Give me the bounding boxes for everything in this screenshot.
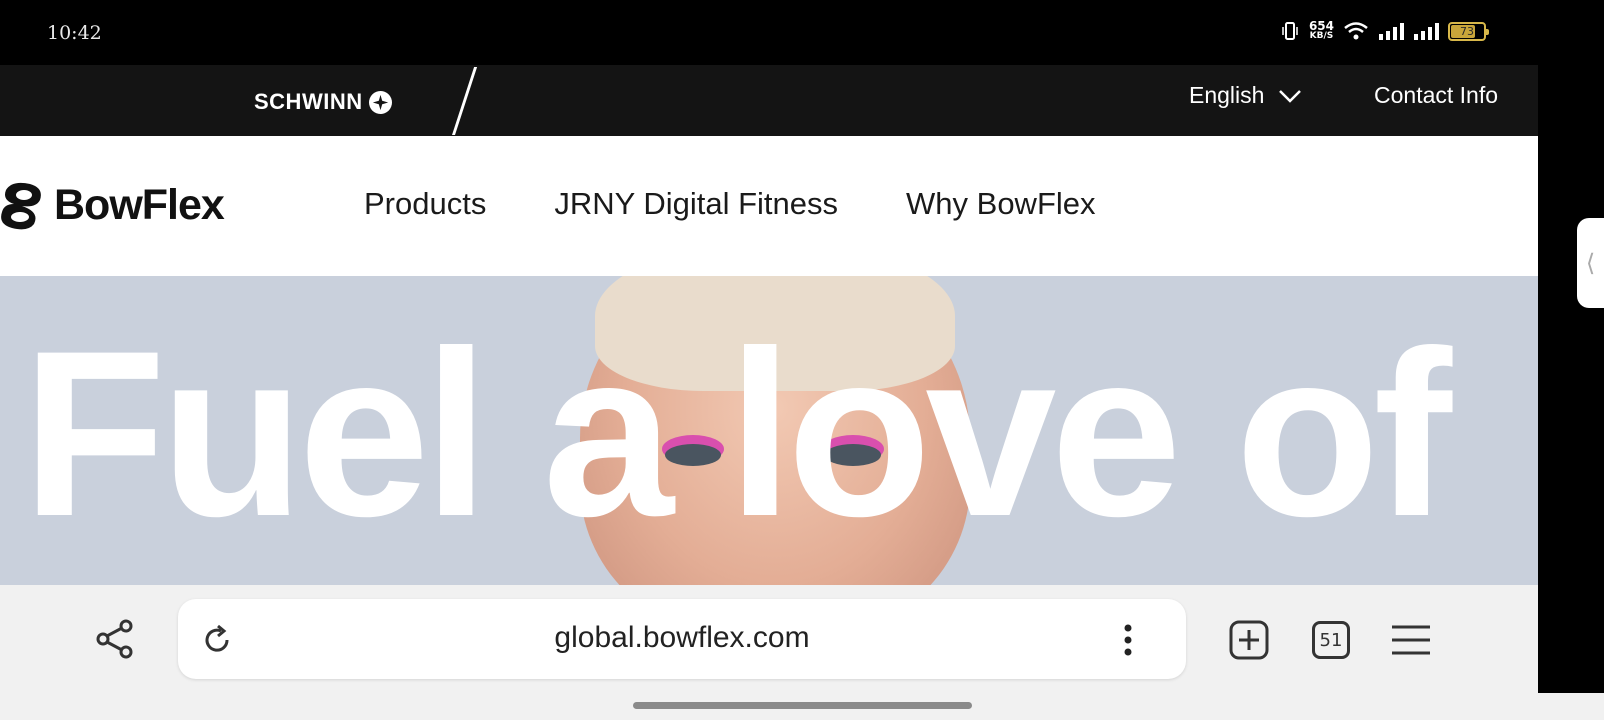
plus-square-icon <box>1229 620 1269 660</box>
signal-icon-2 <box>1414 23 1439 40</box>
browser-toolbar: global.bowflex.com 51 <box>0 585 1538 693</box>
new-tab-button[interactable] <box>1228 619 1270 661</box>
nav-item-jrny[interactable]: JRNY Digital Fitness <box>554 186 838 222</box>
bowflex-mark-icon <box>1 182 41 229</box>
schwinn-star-icon <box>368 90 392 114</box>
signal-icon <box>1379 23 1404 40</box>
divider-slash <box>452 67 478 135</box>
tab-count-icon: 51 <box>1312 621 1350 659</box>
page-menu-button[interactable] <box>1118 621 1138 659</box>
more-vertical-icon <box>1124 624 1132 656</box>
schwinn-topbar: SCHWINN English Contact Info <box>0 65 1538 136</box>
share-button[interactable] <box>95 619 135 659</box>
bowflex-logo[interactable]: BowFlex <box>0 181 225 230</box>
status-icons: 654 KB/S 73 <box>1280 19 1489 41</box>
language-selector[interactable]: English <box>1189 82 1302 109</box>
browser-menu-button[interactable] <box>1390 619 1432 661</box>
battery-icon: 73 <box>1448 21 1489 41</box>
nav-item-why-bowflex[interactable]: Why BowFlex <box>906 186 1095 222</box>
status-bar: 10:42 654 KB/S 73 <box>0 0 1604 65</box>
side-panel-handle[interactable]: ⟨ <box>1577 218 1604 308</box>
schwinn-logo[interactable]: SCHWINN <box>254 89 392 115</box>
chevron-down-icon <box>1279 89 1302 103</box>
hero-banner: Fuel a love of <box>0 276 1538 585</box>
nav-menu: Products JRNY Digital Fitness Why BowFle… <box>364 186 1096 222</box>
nav-item-products[interactable]: Products <box>364 186 486 222</box>
home-indicator[interactable] <box>633 702 972 709</box>
wifi-icon <box>1344 22 1368 40</box>
web-viewport: SCHWINN English Contact Info Products JR… <box>0 65 1538 585</box>
url-text[interactable]: global.bowflex.com <box>178 621 1186 655</box>
address-bar[interactable]: global.bowflex.com <box>178 599 1186 679</box>
hero-headline: Fuel a love of <box>22 302 1452 566</box>
language-label: English <box>1189 82 1265 108</box>
screen-edge <box>1538 65 1604 693</box>
status-time: 10:42 <box>47 22 102 44</box>
share-icon <box>96 619 133 659</box>
network-speed: 654 KB/S <box>1308 19 1334 41</box>
tabs-button[interactable]: 51 <box>1310 619 1352 661</box>
hamburger-menu-icon <box>1392 625 1430 655</box>
main-navbar: Products JRNY Digital Fitness Why BowFle… <box>0 136 1538 276</box>
vibrate-icon <box>1282 22 1298 40</box>
contact-info-link[interactable]: Contact Info <box>1374 82 1498 109</box>
